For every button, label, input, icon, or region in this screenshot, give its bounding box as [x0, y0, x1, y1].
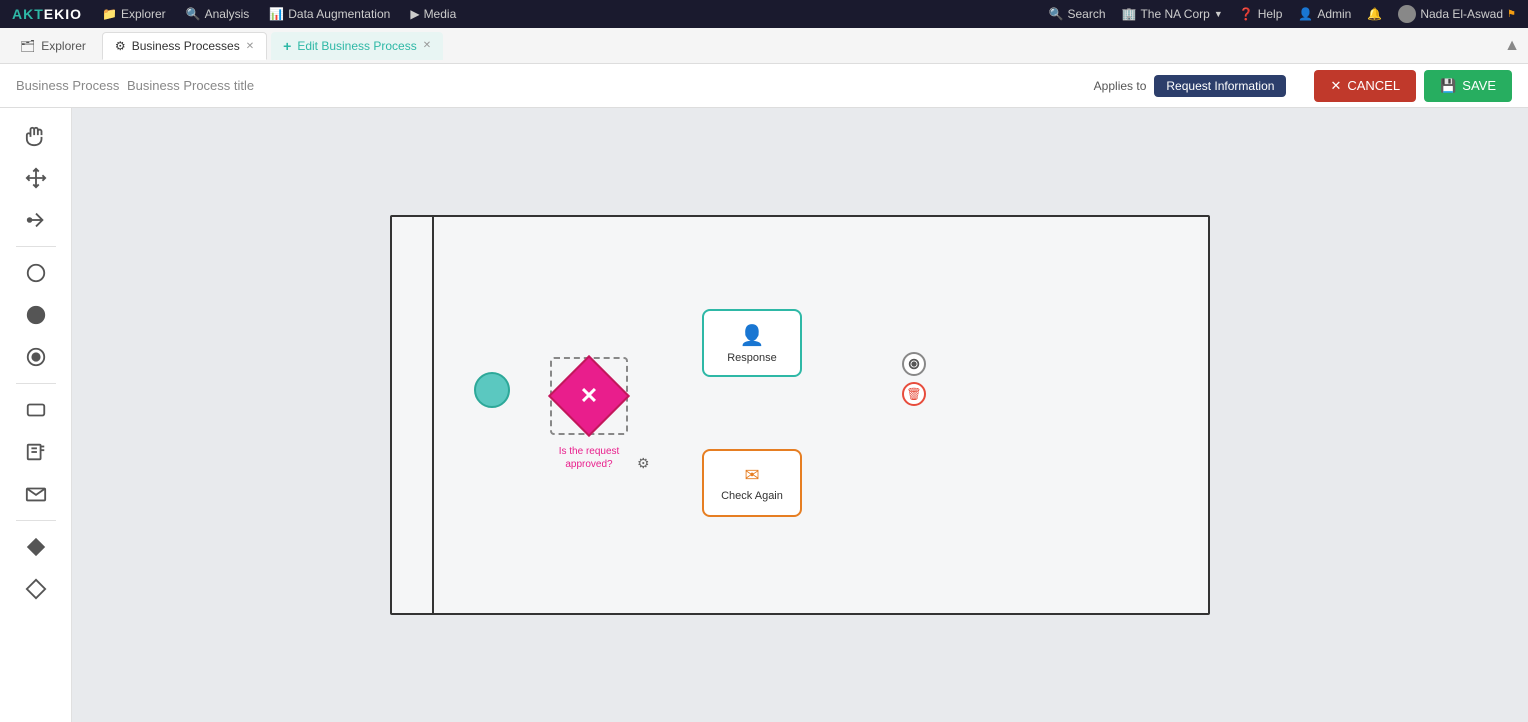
user-status-icon: ⚑ [1507, 9, 1516, 20]
hand-tool-button[interactable] [12, 116, 60, 156]
applies-to-label: Applies to [1094, 79, 1147, 93]
tab-explorer-label: Explorer [41, 39, 86, 53]
tab-explorer[interactable]: 🗂 Explorer [8, 32, 98, 60]
nav-search-label: Search [1067, 7, 1105, 21]
nav-corp[interactable]: 🏢 The NA Corp ▼ [1122, 7, 1223, 21]
nav-help-label: Help [1258, 7, 1283, 21]
swimlane-divider [432, 217, 434, 613]
tabs-collapse-button[interactable]: ▲ [1504, 37, 1520, 55]
corp-icon: 🏢 [1122, 7, 1137, 21]
separator-2 [16, 383, 56, 384]
tab-explorer-icon: 🗂 [20, 39, 35, 53]
response-task-box: 👤 Response [702, 309, 802, 377]
connect-button[interactable] [902, 352, 926, 376]
nav-admin-label: Admin [1317, 7, 1351, 21]
bp-title: Business Process Business Process title [16, 78, 254, 93]
bell-icon: 🔔 [1367, 7, 1382, 21]
user-avatar-icon [1398, 5, 1416, 23]
task-tool[interactable] [12, 390, 60, 430]
nav-corp-label: The NA Corp [1140, 7, 1209, 21]
draw-tool-button[interactable] [12, 200, 60, 240]
start-event-node[interactable] [474, 372, 510, 408]
nav-explorer[interactable]: 📁 Explorer [102, 7, 166, 21]
response-task-node[interactable]: 👤 Response [702, 309, 802, 377]
decision-x-icon: ✕ [580, 385, 598, 407]
move-tool-button[interactable] [12, 158, 60, 198]
nav-user-label: Nada El-Aswad [1420, 7, 1503, 21]
toolbar-actions: ✕ CANCEL 💾 SAVE [1314, 70, 1512, 102]
delete-button[interactable]: 🗑 [902, 382, 926, 406]
check-again-task-icon: ✉ [744, 465, 759, 486]
nav-media[interactable]: ▶ Media [410, 7, 456, 21]
nav-data-aug-label: Data Augmentation [288, 7, 390, 21]
check-again-task-node[interactable]: ✉ Check Again [702, 449, 802, 517]
canvas-background: ✕ Is the request approved? 🗑 [390, 215, 1210, 615]
admin-icon: 👤 [1298, 7, 1313, 21]
tab-edit-close[interactable]: ✕ [423, 40, 431, 51]
nav-right: 🔍 Search 🏢 The NA Corp ▼ ❓ Help 👤 Admin … [1049, 5, 1516, 23]
explorer-icon: 📁 [102, 7, 117, 21]
sub-process-tool[interactable] [12, 432, 60, 472]
start-event-tool[interactable] [12, 253, 60, 293]
nav-help[interactable]: ❓ Help [1239, 7, 1283, 21]
message-task-tool[interactable] [12, 474, 60, 514]
canvas-area[interactable]: ✕ Is the request approved? 🗑 [72, 108, 1528, 722]
nav-analysis-label: Analysis [205, 7, 250, 21]
complex-gateway-tool[interactable] [12, 569, 60, 609]
left-tools [0, 108, 72, 722]
cancel-button[interactable]: ✕ CANCEL [1314, 70, 1416, 102]
applies-to: Applies to Request Information [1094, 75, 1287, 97]
context-toolbar: 🗑 [902, 352, 926, 406]
nav-search[interactable]: 🔍 Search [1049, 7, 1106, 21]
response-task-icon: 👤 [740, 323, 765, 348]
check-again-task-box: ✉ Check Again [702, 449, 802, 517]
nav-user[interactable]: Nada El-Aswad ⚑ [1398, 5, 1516, 23]
tabs-bar: 🗂 Explorer ⚙ Business Processes ✕ + Edit… [0, 28, 1528, 64]
analysis-icon: 🔍 [186, 7, 201, 21]
tab-bp-close[interactable]: ✕ [246, 41, 254, 52]
intermediate-event-tool[interactable] [12, 295, 60, 335]
check-again-task-label: Check Again [721, 490, 783, 502]
gateway-tool[interactable] [12, 527, 60, 567]
tab-bp-icon: ⚙ [115, 39, 126, 53]
save-icon: 💾 [1440, 78, 1456, 94]
decision-label: Is the request approved? [534, 445, 644, 471]
media-icon: ▶ [410, 7, 419, 21]
nav-media-label: Media [424, 7, 457, 21]
nav-admin[interactable]: 👤 Admin [1298, 7, 1351, 21]
decision-settings-button[interactable]: ⚙ [637, 455, 650, 472]
top-nav: AKTEKIO 📁 Explorer 🔍 Analysis 📊 Data Aug… [0, 0, 1528, 28]
applies-to-badge[interactable]: Request Information [1154, 75, 1286, 97]
chevron-down-icon: ▼ [1214, 9, 1223, 19]
end-event-tool[interactable] [12, 337, 60, 377]
decision-diamond-shape: ✕ [548, 355, 630, 437]
nav-data-aug[interactable]: 📊 Data Augmentation [269, 7, 390, 21]
separator-1 [16, 246, 56, 247]
separator-3 [16, 520, 56, 521]
nav-explorer-label: Explorer [121, 7, 166, 21]
tab-edit-icon: + [283, 38, 291, 54]
start-circle-shape [474, 372, 510, 408]
main-area: ✕ Is the request approved? 🗑 [0, 108, 1528, 722]
decision-node-selected[interactable]: ✕ [550, 357, 628, 435]
nav-analysis[interactable]: 🔍 Analysis [186, 7, 250, 21]
tab-business-processes[interactable]: ⚙ Business Processes ✕ [102, 32, 267, 60]
cancel-x-icon: ✕ [1330, 78, 1341, 94]
nav-notifications[interactable]: 🔔 [1367, 7, 1382, 21]
tab-bp-label: Business Processes [132, 39, 240, 53]
search-icon: 🔍 [1049, 7, 1064, 21]
response-task-label: Response [727, 352, 777, 364]
logo: AKTEKIO [12, 6, 82, 22]
tab-edit-label: Edit Business Process [297, 39, 416, 53]
save-button[interactable]: 💾 SAVE [1424, 70, 1512, 102]
canvas-inner: ✕ Is the request approved? 🗑 [390, 215, 1210, 615]
help-icon: ❓ [1239, 7, 1254, 21]
toolbar-bar: Business Process Business Process title … [0, 64, 1528, 108]
data-aug-icon: 📊 [269, 7, 284, 21]
tab-edit-bp[interactable]: + Edit Business Process ✕ [271, 32, 443, 60]
